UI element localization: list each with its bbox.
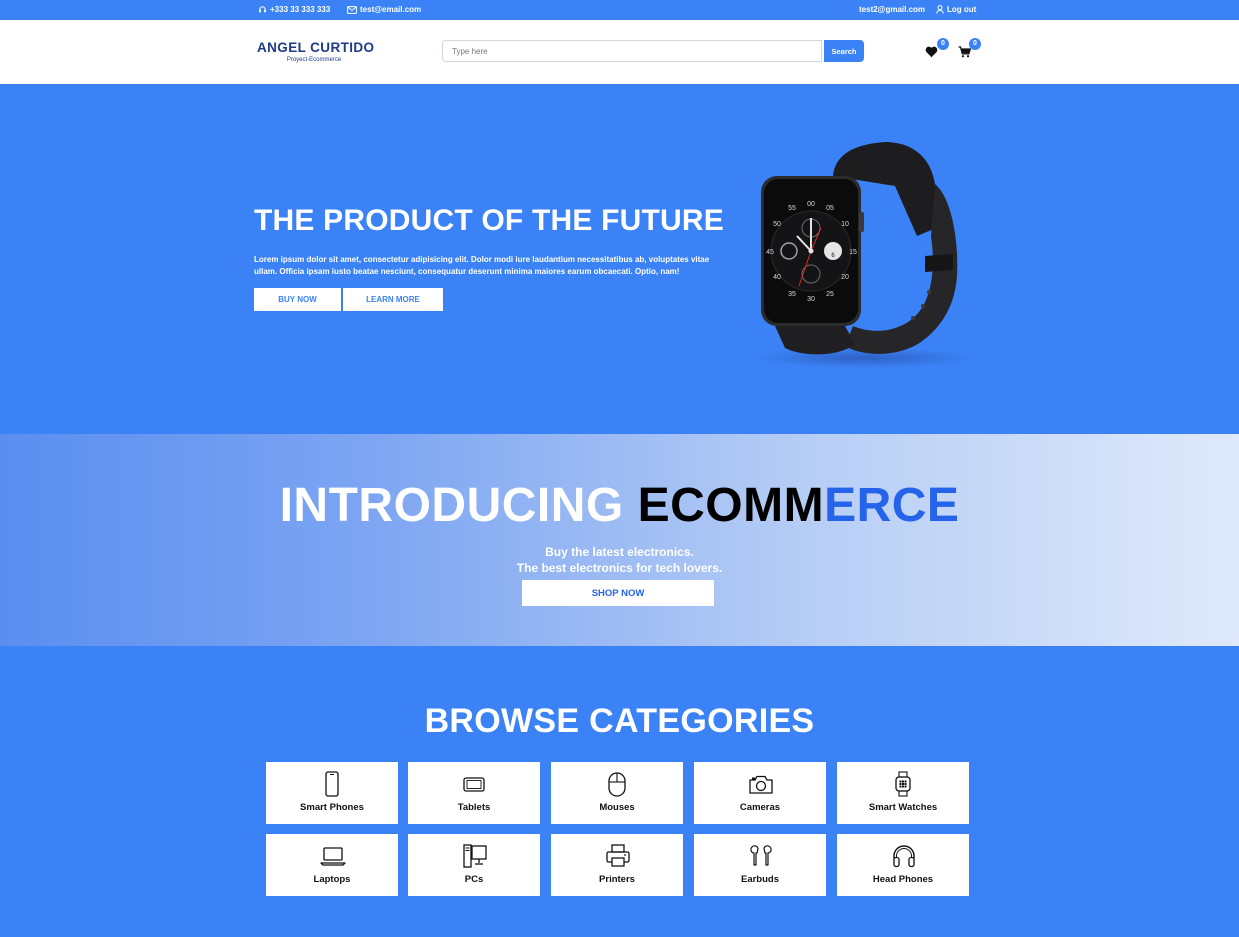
printer-icon (606, 844, 630, 867)
contact-phone: +333 33 333 333 (258, 5, 330, 14)
headset-icon (259, 6, 266, 13)
category-label: Cameras (739, 802, 781, 813)
cart-button[interactable] (958, 45, 972, 63)
watch-label-15: 15 (849, 249, 857, 256)
email-text: test@email.com (360, 5, 422, 14)
category-label: PCs (464, 874, 484, 885)
category-earbuds[interactable]: Earbuds (694, 834, 826, 896)
category-label: Printers (599, 874, 635, 885)
contact-email: test@email.com (347, 5, 421, 14)
laptop-icon (320, 847, 346, 866)
intro-line-2: The best electronics for tech lovers. (516, 561, 723, 575)
heart-icon (925, 46, 938, 58)
hero-title: THE PRODUCT OF THE FUTURE (254, 204, 724, 237)
category-pcs[interactable]: PCs (408, 834, 540, 896)
watch-label-05: 05 (826, 205, 834, 212)
intro-title-part3: ERCE (824, 479, 960, 532)
envelope-icon (347, 5, 357, 14)
watch-label-10: 10 (841, 221, 849, 228)
logout-link[interactable]: Log out (936, 5, 976, 14)
cart-icon (958, 46, 972, 58)
search-input[interactable] (442, 40, 822, 62)
category-smart-watches[interactable]: Smart Watches (837, 762, 969, 824)
smartwatch-product-image: 00 05 10 15 20 25 30 35 40 45 50 55 6 (753, 142, 973, 368)
watch-label-00: 00 (807, 201, 815, 208)
category-label: Mouses (599, 802, 635, 813)
categories-title: BROWSE CATEGORIES (424, 702, 815, 740)
smartwatch-icon (895, 771, 911, 797)
intro-line-1: Buy the latest electronics. (545, 545, 694, 559)
watch-label-25: 25 (826, 291, 834, 298)
logout-label[interactable]: Log out (947, 5, 976, 14)
category-printers[interactable]: Printers (551, 834, 683, 896)
mouse-icon (608, 772, 626, 797)
shop-now-button[interactable]: SHOP NOW (522, 580, 714, 606)
category-head-phones[interactable]: Head Phones (837, 834, 969, 896)
watch-label-45: 45 (766, 249, 774, 256)
phone-text: +333 33 333 333 (270, 5, 331, 14)
category-smart-phones[interactable]: Smart Phones (266, 762, 398, 824)
hero-description: Lorem ipsum dolor sit amet, consectetur … (254, 255, 710, 276)
intro-title: INTRODUCING ECOMMERCE (0, 478, 1239, 533)
intro-title-part1: INTRODUCING (279, 479, 624, 532)
category-laptops[interactable]: Laptops (266, 834, 398, 896)
cart-count-badge: 0 (969, 38, 981, 50)
category-label: Head Phones (872, 874, 934, 885)
category-label: Earbuds (740, 874, 779, 885)
wishlist-button[interactable] (925, 45, 938, 63)
watch-label-50: 50 (773, 221, 781, 228)
pc-icon (463, 844, 487, 868)
user-email-text[interactable]: test2@gmail.com (859, 5, 925, 14)
category-label: Laptops (313, 874, 351, 885)
search-button[interactable]: Search (824, 40, 864, 62)
hero-section: THE PRODUCT OF THE FUTURE Lorem ipsum do… (0, 84, 1239, 434)
watch-label-40: 40 (773, 274, 781, 281)
wishlist-count-badge: 0 (937, 38, 949, 50)
category-cameras[interactable]: Cameras (694, 762, 826, 824)
top-bar: +333 33 333 333 test@email.com test2@gma… (0, 0, 1239, 20)
watch-label-20: 20 (841, 274, 849, 281)
earbuds-icon (750, 845, 772, 866)
category-label: Smart Phones (300, 802, 364, 813)
buy-now-button[interactable]: BUY NOW (254, 288, 341, 311)
user-icon (936, 5, 944, 14)
category-label: Tablets (457, 802, 491, 813)
headphones-icon (893, 845, 915, 868)
intro-banner: INTRODUCING ECOMMERCE Buy the latest ele… (0, 434, 1239, 646)
header: ANGEL CURTIDO Proyect-Ecommerce Search 0… (0, 20, 1239, 84)
watch-label-30: 30 (807, 296, 815, 303)
watch-label-35: 35 (788, 291, 796, 298)
category-tablets[interactable]: Tablets (408, 762, 540, 824)
logo-subtitle: Proyect-Ecommerce (286, 57, 342, 63)
intro-title-part2: ECOMM (637, 479, 825, 532)
category-label: Smart Watches (868, 802, 938, 813)
logo-title[interactable]: ANGEL CURTIDO (257, 40, 374, 55)
watch-label-55: 55 (788, 205, 796, 212)
tablet-icon (463, 777, 485, 792)
user-email[interactable]: test2@gmail.com (859, 5, 925, 14)
camera-icon (749, 775, 773, 794)
category-mouses[interactable]: Mouses (551, 762, 683, 824)
smartphone-icon (325, 771, 339, 797)
learn-more-button[interactable]: LEARN MORE (343, 288, 443, 311)
